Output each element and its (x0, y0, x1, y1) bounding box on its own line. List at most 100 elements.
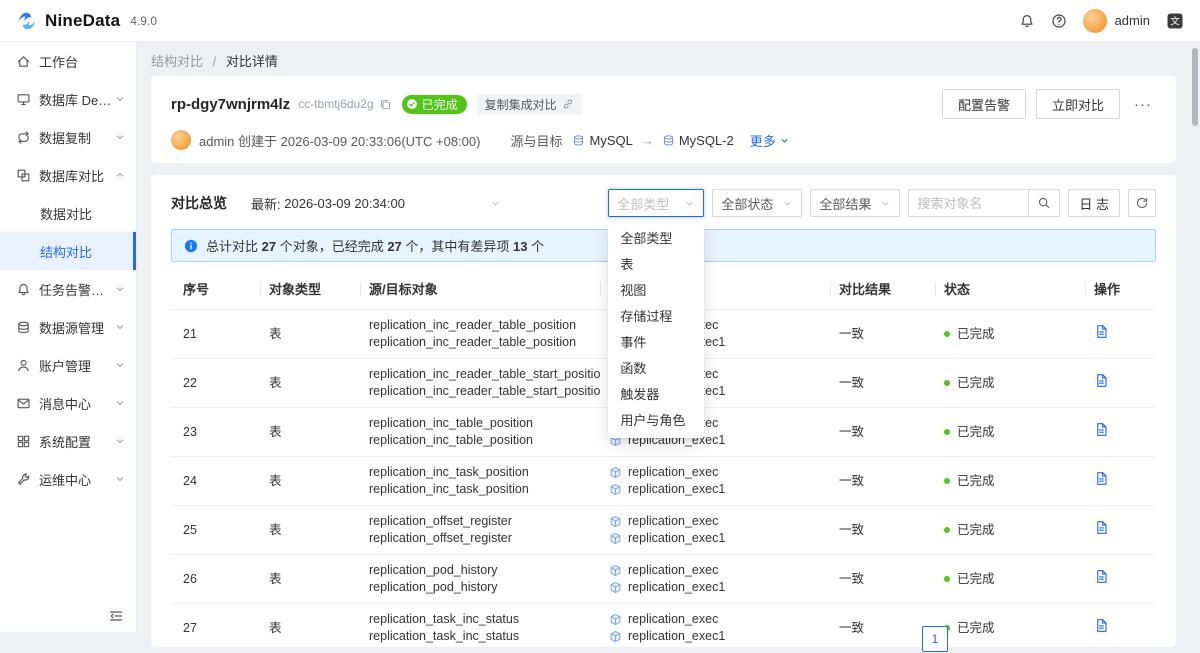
database-icon (609, 613, 622, 626)
chevron-down-icon (114, 397, 126, 409)
status-filter-select[interactable]: 全部状态 (712, 189, 803, 217)
cell-action (1086, 456, 1156, 506)
report-icon[interactable] (1094, 373, 1109, 388)
sidebar-item[interactable]: 系统配置 (0, 422, 136, 460)
report-icon[interactable] (1094, 324, 1109, 339)
check-circle-icon (406, 98, 418, 110)
dropdown-option[interactable]: 全部类型 (608, 226, 704, 252)
source-datasource[interactable]: MySQL (572, 133, 633, 148)
chevron-down-icon (114, 435, 126, 447)
type-filter-select[interactable]: 全部类型 全部类型表视图 存储过程 事件 函数 触发器 用户与角色 (608, 189, 705, 438)
user-avatar[interactable] (1082, 8, 1107, 33)
username[interactable]: admin (1115, 13, 1150, 28)
sidebar-item[interactable]: 数据库 DevOps (0, 80, 136, 118)
svg-text:文: 文 (1170, 15, 1180, 27)
refresh-button[interactable] (1128, 189, 1156, 217)
home-icon (16, 54, 31, 69)
chevron-down-icon (490, 198, 501, 209)
report-icon[interactable] (1094, 569, 1109, 584)
sidebar-item[interactable]: 数据源管理 (0, 308, 136, 346)
sidebar-item[interactable]: 运维中心 (0, 460, 136, 498)
dropdown-option[interactable]: 用户与角色 (608, 408, 704, 434)
app-version: 4.9.0 (130, 13, 157, 28)
status-dot (944, 477, 950, 484)
compare-now-button[interactable]: 立即对比 (1035, 89, 1120, 119)
breadcrumb-parent[interactable]: 结构对比 (151, 54, 203, 69)
cell-status: 已完成 (936, 407, 1086, 457)
brand-logo[interactable]: NineData (16, 10, 120, 32)
cell-index: 26 (171, 554, 261, 604)
database-icon (609, 466, 622, 479)
more-details-link[interactable]: 更多 (750, 131, 790, 150)
database-icon (662, 134, 675, 147)
cell-action (1086, 309, 1156, 359)
latest-run-select[interactable]: 最新: 2026-03-09 20:34:00 (251, 194, 501, 213)
system-icon (16, 434, 31, 449)
cell-action (1086, 358, 1156, 408)
vertical-scrollbar-thumb[interactable] (1192, 48, 1198, 126)
cell-databases: replication_execreplication_exec1 (601, 505, 831, 555)
sidebar-item[interactable]: 工作台 (0, 42, 136, 80)
report-icon[interactable] (1094, 520, 1109, 535)
cell-result: 一致 (831, 358, 936, 408)
cell-action (1086, 603, 1156, 653)
dropdown-option[interactable]: 触发器 (608, 382, 704, 408)
brand-name: NineData (45, 10, 121, 30)
cell-objects: replication_inc_table_position replicatio… (361, 407, 601, 457)
task-id: rp-dgy7wnjrm4lz (171, 95, 291, 113)
cell-object-type: 表 (261, 505, 361, 555)
cell-index: 22 (171, 358, 261, 408)
column-header: 状态 (936, 268, 1086, 310)
copy-icon[interactable] (379, 98, 392, 111)
sidebar-item-label: 工作台 (39, 54, 79, 70)
language-switch-icon[interactable]: 文 (1166, 12, 1184, 30)
link-icon[interactable] (562, 98, 574, 110)
notifications-icon[interactable] (1019, 13, 1035, 29)
dropdown-option[interactable]: 存储过程 (608, 304, 704, 330)
dropdown-option[interactable]: 视图 (608, 278, 704, 304)
search-input[interactable] (908, 189, 1029, 217)
help-icon[interactable] (1051, 13, 1067, 29)
cell-objects: replication_task_inc_status replication_t… (361, 603, 601, 653)
cell-action (1086, 407, 1156, 457)
sidebar-subitem[interactable]: 数据对比 (0, 194, 136, 232)
configure-alert-button[interactable]: 配置告警 (941, 89, 1026, 119)
report-icon[interactable] (1094, 422, 1109, 437)
top-bar: NineData 4.9.0 admin 文 (0, 0, 1200, 42)
search-button[interactable] (1028, 189, 1061, 217)
dropdown-option[interactable]: 事件 (608, 330, 704, 356)
database-icon (609, 581, 622, 594)
cell-result: 一致 (831, 603, 936, 653)
sidebar-item[interactable]: 任务告警管理 (0, 270, 136, 308)
chevron-down-icon (114, 283, 126, 295)
sidebar-item[interactable]: 账户管理 (0, 346, 136, 384)
dropdown-option[interactable]: 函数 (608, 356, 704, 382)
log-button[interactable]: 日 志 (1068, 189, 1120, 217)
cell-status: 已完成 (936, 505, 1086, 555)
task-header-card: rp-dgy7wnjrm4lz cc-tbmtj6du2g 已完成 复制集成对比… (151, 76, 1176, 163)
sidebar-item[interactable]: 数据库对比 (0, 156, 136, 194)
sidebar-item[interactable]: 数据复制 (0, 118, 136, 156)
chevron-down-icon (114, 131, 126, 143)
sidebar-item[interactable]: 消息中心 (0, 384, 136, 422)
column-header: 源/目标对象 (361, 268, 601, 310)
target-datasource[interactable]: MySQL-2 (662, 133, 734, 148)
summary-text: 总计对比 27 个对象，已经完成 27 个，其中有差异项 13 个 (206, 239, 545, 254)
sidebar-item-label: 任务告警管理 (39, 282, 114, 298)
sidebar-collapse-icon[interactable] (108, 608, 124, 624)
more-actions-button[interactable]: ··· (1130, 96, 1156, 113)
cell-result: 一致 (831, 505, 936, 555)
pagination-page-button[interactable]: 1 (922, 626, 948, 652)
column-header: 对比结果 (831, 268, 936, 310)
report-icon[interactable] (1094, 618, 1109, 633)
dropdown-option[interactable]: 表 (608, 252, 704, 278)
cell-object-type: 表 (261, 358, 361, 408)
cell-index: 23 (171, 407, 261, 457)
result-filter-select[interactable]: 全部结果 (810, 189, 901, 217)
chevron-down-icon (779, 135, 790, 146)
account-icon (16, 358, 31, 373)
cell-status: 已完成 (936, 603, 1086, 653)
report-icon[interactable] (1094, 471, 1109, 486)
cell-objects: replication_inc_task_position replication… (361, 456, 601, 506)
sidebar-subitem[interactable]: 结构对比 (0, 232, 136, 270)
